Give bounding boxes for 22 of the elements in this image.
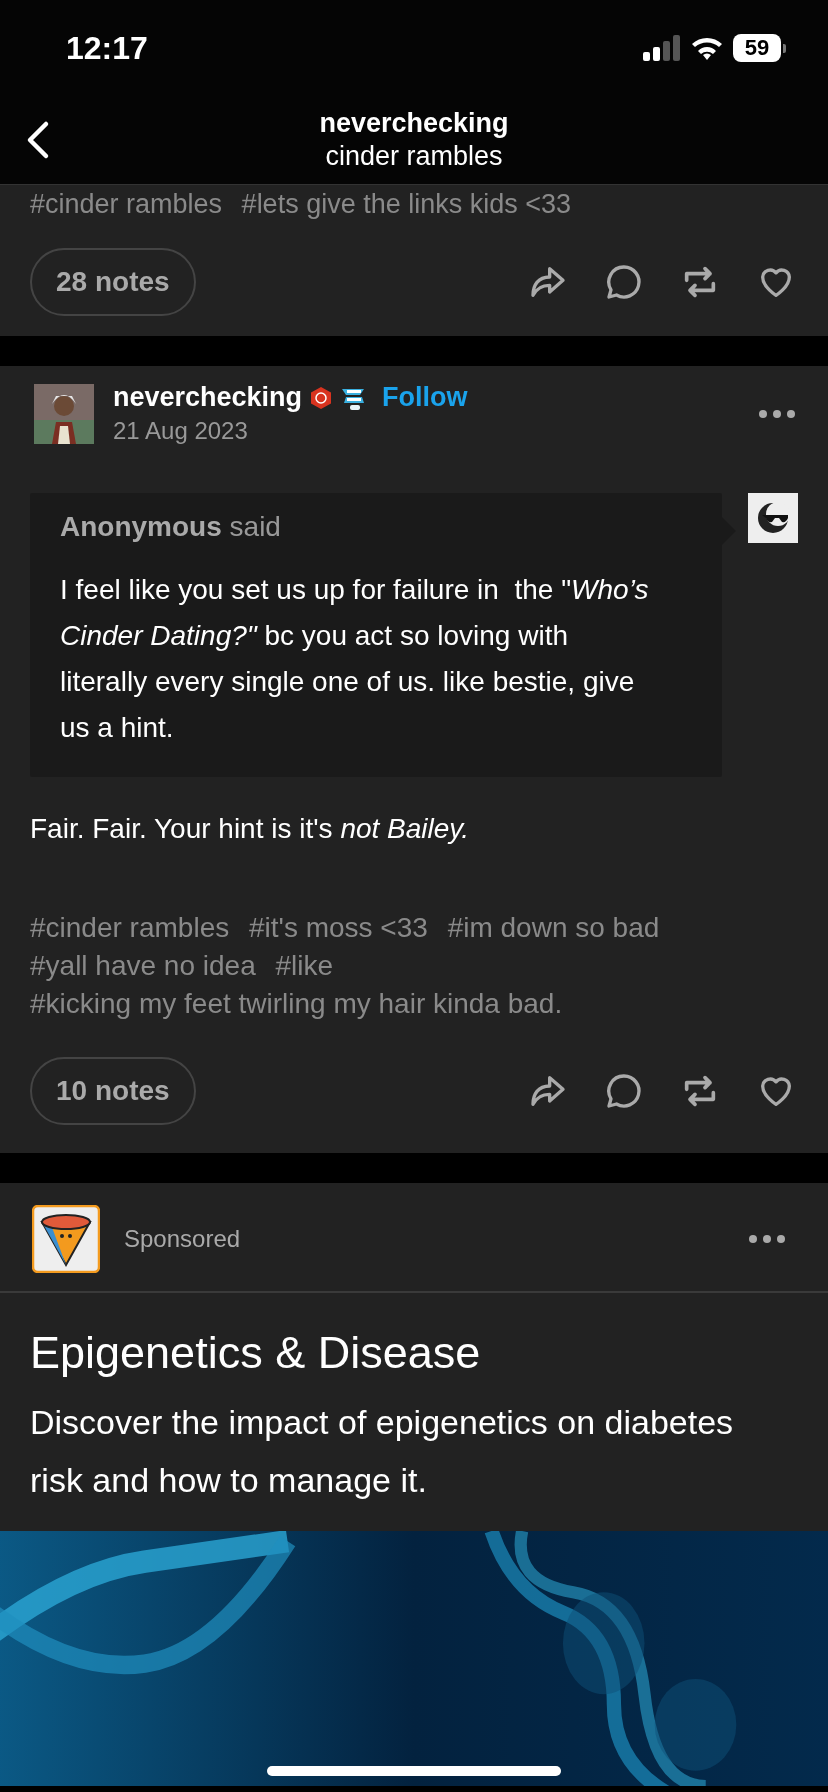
tag-link[interactable]: #yall have no idea xyxy=(30,947,256,985)
tag-link[interactable]: #im down so bad xyxy=(447,909,660,947)
blog-name: neverchecking xyxy=(319,108,509,139)
follow-button[interactable]: Follow xyxy=(382,382,468,413)
post-date: 21 Aug 2023 xyxy=(113,417,249,445)
tag-link[interactable]: #like xyxy=(275,947,334,985)
ad-description: Discover the impact of epigenetics on diabetes risk and how to manage it. xyxy=(29,1402,735,1501)
notes-button[interactable]: 28 notes xyxy=(30,248,196,316)
tag-link[interactable]: #cinder rambles xyxy=(30,189,223,220)
tag-link[interactable]: #cinder rambles xyxy=(30,909,230,947)
clock-time: 12:17 xyxy=(66,29,148,67)
tag-link[interactable]: #it's moss <33 xyxy=(249,909,428,947)
author-name[interactable]: neverchecking xyxy=(113,382,303,413)
sponsored-label: Sponsored xyxy=(124,1225,242,1253)
asker-label: Anonymous said xyxy=(60,511,282,543)
ad-title[interactable]: Epigenetics & Disease xyxy=(0,1293,828,1379)
blog-subtitle: cinder rambles xyxy=(325,141,503,172)
tag-link[interactable]: #kicking my feet twirling my hair kinda bad. xyxy=(30,985,563,1023)
ask-question: I feel like you set us up for failure in the "Who’s Cinder Dating?" bc you act so loving with literally every single one of us. like bestie, give us a hint. xyxy=(60,573,650,745)
answer-text: Fair. Fair. Your hint is it's not Bailey. xyxy=(29,812,471,846)
notes-button[interactable]: 10 notes xyxy=(30,1057,196,1125)
tag-link[interactable]: #lets give the links kids <33 xyxy=(241,189,572,220)
